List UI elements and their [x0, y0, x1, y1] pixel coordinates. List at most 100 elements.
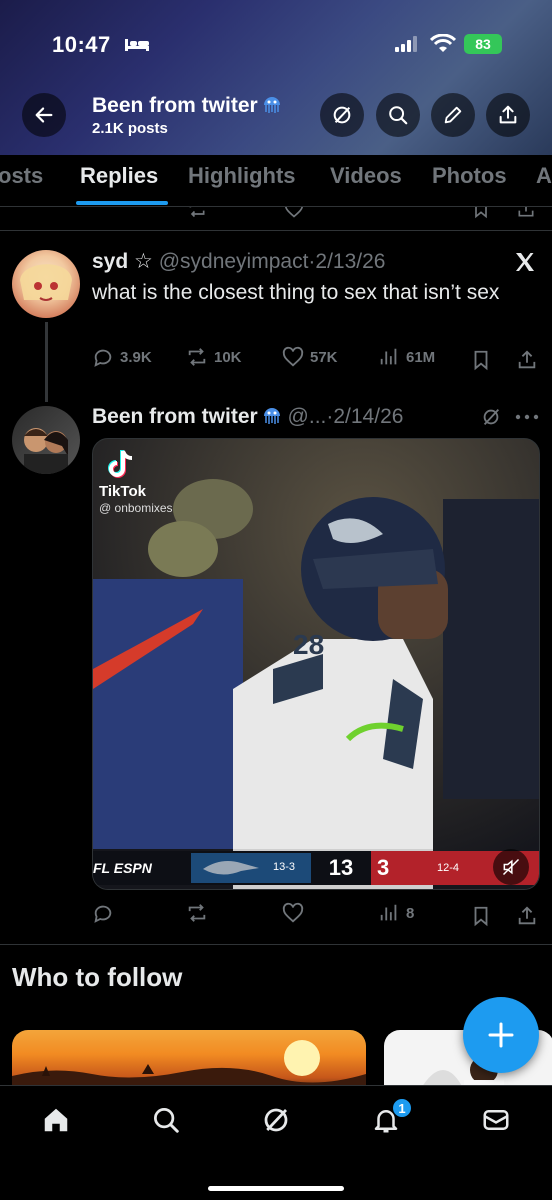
bookmark-icon[interactable] [470, 349, 492, 371]
display-name[interactable]: syd ☆ [92, 250, 153, 273]
bookmark-icon[interactable] [470, 207, 492, 219]
handle[interactable]: @... [288, 405, 327, 428]
mute-button[interactable] [493, 849, 529, 885]
like-button[interactable]: 57K [282, 346, 338, 368]
back-arrow-icon [35, 107, 53, 123]
tab-highlights[interactable]: Highlights [188, 163, 296, 189]
like-button[interactable] [282, 902, 304, 924]
handle[interactable]: @sydneyimpact [159, 250, 309, 273]
view-count: 61M [406, 348, 436, 366]
wifi-icon [430, 34, 456, 52]
like-icon[interactable] [283, 207, 305, 219]
grok-icon [333, 106, 351, 124]
muted-speaker-icon [502, 858, 520, 876]
home-record: 12-4 [437, 862, 460, 874]
share-icon[interactable] [515, 207, 537, 219]
edit-button[interactable] [431, 93, 475, 137]
tiktok-username: @ onbomixes [99, 501, 173, 515]
repost-button[interactable]: 10K [186, 346, 242, 368]
who-to-follow-heading: Who to follow [12, 962, 183, 992]
more-options-icon[interactable] [514, 406, 540, 428]
like-icon [282, 902, 304, 923]
bookmark-icon[interactable] [470, 905, 492, 927]
views-icon [380, 348, 397, 365]
seahawks-logo-icon [203, 861, 259, 875]
nav-home[interactable] [36, 1100, 76, 1140]
tweet-header: syd ☆ @sydneyimpact·2/13/26 [92, 249, 385, 274]
home-score: 3 [377, 855, 390, 880]
view-count: 8 [406, 904, 415, 922]
reply-button[interactable] [92, 902, 114, 924]
grok-icon [264, 1108, 288, 1132]
grok-button[interactable] [320, 93, 364, 137]
tiktok-logo-icon [105, 447, 139, 481]
like-icon [282, 346, 304, 367]
back-button[interactable] [22, 93, 66, 137]
tiktok-watermark: TikTok [99, 483, 146, 500]
previous-tweet-actions [0, 207, 552, 227]
tab-videos[interactable]: Videos [330, 163, 402, 189]
edit-icon [444, 106, 462, 124]
follow-suggestion-card[interactable] [12, 1030, 366, 1090]
share-icon [499, 105, 517, 124]
tweet-header: Been from twiter @...·2/14/26 [92, 405, 403, 429]
divider [0, 944, 552, 945]
video-player[interactable]: 28 TikTok @ onbomixes FL ESPN 13-3 13 3 … [92, 438, 540, 890]
tab-photos[interactable]: Photos [432, 163, 507, 189]
page-title: Been from twiter [92, 94, 282, 118]
compose-post-button[interactable] [463, 997, 539, 1073]
reply-button[interactable]: 3.9K [92, 346, 152, 368]
notification-badge: 1 [392, 1098, 412, 1118]
share-button[interactable] [486, 93, 530, 137]
nav-messages[interactable] [476, 1100, 516, 1140]
tweet-actions: 3.9K 10K 57K 61M [92, 346, 542, 374]
avatar[interactable] [12, 250, 80, 318]
couple-avatar-image [24, 428, 68, 474]
reply-count: 3.9K [120, 348, 152, 366]
views-icon [380, 904, 397, 921]
repost-button[interactable] [186, 902, 208, 924]
share-icon[interactable] [516, 349, 538, 371]
repost-icon[interactable] [186, 207, 208, 219]
like-count: 57K [310, 348, 338, 366]
tab-replies[interactable]: Replies [80, 163, 158, 189]
search-icon [154, 1108, 179, 1133]
repost-count: 10K [214, 348, 242, 366]
messages-icon [483, 1110, 509, 1130]
cellular-signal-icon [395, 36, 417, 52]
views-button[interactable]: 8 [378, 902, 414, 924]
sunset-banner-image [12, 1040, 366, 1090]
scorebug: FL ESPN 13-3 13 3 12-4 [93, 851, 539, 885]
network-logo: FL ESPN [93, 860, 152, 876]
away-record: 13-3 [273, 861, 296, 873]
search-button[interactable] [376, 93, 420, 137]
timestamp[interactable]: ·2/13/26 [308, 250, 385, 273]
timestamp[interactable]: ·2/14/26 [326, 405, 403, 428]
reply-icon [94, 905, 112, 923]
share-icon[interactable] [516, 905, 538, 927]
avatar[interactable] [12, 406, 80, 474]
jellyfish-emoji-icon [263, 97, 280, 113]
tab-posts[interactable]: osts [0, 163, 43, 189]
divider [0, 230, 552, 231]
away-team-panel: 13-3 [191, 853, 311, 883]
tab-articles[interactable]: A [536, 163, 552, 189]
nav-search[interactable] [146, 1100, 186, 1140]
away-score: 13 [328, 855, 354, 880]
plus-icon [488, 1022, 514, 1048]
x-logo-icon [516, 253, 534, 271]
tweet-text: what is the closest thing to sex that is… [92, 281, 500, 304]
status-bar: 10:47 83 [0, 0, 552, 90]
nav-grok[interactable] [256, 1100, 296, 1140]
active-tab-indicator [76, 201, 168, 205]
repost-icon [188, 904, 206, 922]
anime-avatar-image [20, 264, 72, 301]
battery-indicator: 83 [464, 34, 502, 54]
tweet-actions: 8 [92, 902, 542, 930]
views-button[interactable]: 61M [378, 346, 435, 368]
grok-icon[interactable] [480, 406, 502, 428]
sleep-bed-icon [125, 39, 149, 51]
status-time: 10:47 [52, 32, 111, 57]
display-name[interactable]: Been from twiter [92, 405, 258, 428]
jersey-number: 28 [293, 629, 324, 660]
